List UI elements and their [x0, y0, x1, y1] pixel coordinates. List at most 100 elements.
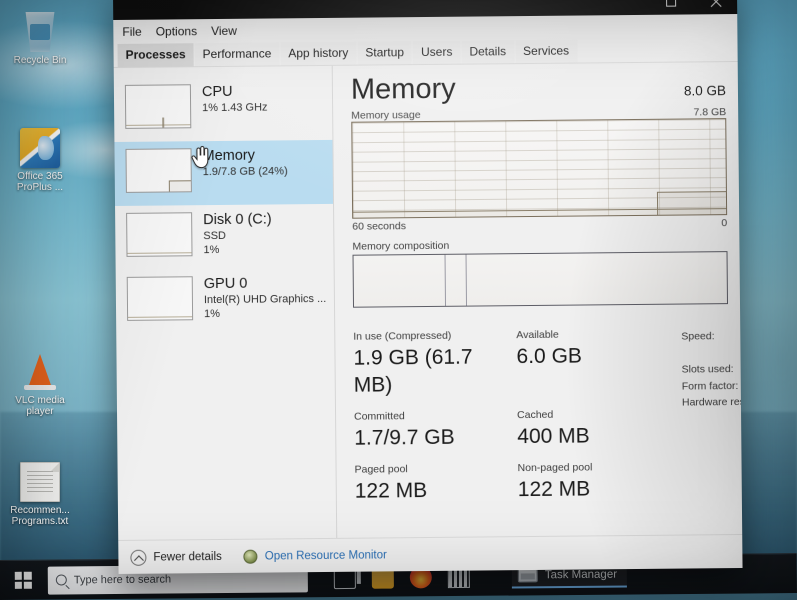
axis-label-right: 0 — [721, 217, 728, 230]
chevron-up-icon — [130, 549, 147, 566]
desktop-icon-vlc[interactable]: VLC media player — [2, 352, 78, 417]
close-icon — [709, 0, 722, 8]
info-key: Slots used: — [681, 363, 734, 376]
stat-label: In use (Compressed) — [353, 329, 452, 343]
fewer-details-label: Fewer details — [153, 550, 222, 564]
tab-startup[interactable]: Startup — [357, 41, 413, 65]
stat-label: Non-paged pool — [517, 461, 593, 475]
tab-users[interactable]: Users — [412, 40, 461, 65]
usage-graph-axis: 60 seconds 0 — [352, 217, 727, 233]
total-memory-value: 8.0 GB — [683, 83, 727, 99]
usage-graph-label: Memory usage — [351, 109, 421, 122]
tab-processes[interactable]: Processes — [117, 43, 194, 67]
tab-performance[interactable]: Performance — [194, 42, 280, 67]
memory-composition-bar[interactable] — [352, 251, 729, 308]
sidebar-item-sub: SSD — [203, 229, 227, 243]
recycle-bin-icon — [25, 12, 55, 52]
stat-value: 1.7/9.7 GB — [354, 425, 455, 450]
office365-icon — [20, 128, 60, 168]
tab-app-history[interactable]: App history — [280, 41, 357, 66]
stats-row-2: Committed 1.7/9.7 GB Cached 400 MB — [354, 407, 604, 451]
composition-segment-modified — [444, 254, 466, 306]
vlc-icon — [20, 352, 60, 392]
resource-monitor-icon — [243, 549, 258, 564]
close-button[interactable] — [693, 0, 737, 14]
stat-available: Available 6.0 GB — [516, 327, 604, 397]
composition-segment-standby-free — [465, 252, 727, 306]
start-button[interactable] — [0, 560, 46, 600]
sidebar-item-sub2: 1% — [203, 243, 220, 257]
resource-sidebar: CPU 1% 1.43 GHz Memory 1.9/7.8 GB (24%) — [113, 65, 338, 540]
search-icon — [55, 574, 67, 586]
page-title: Memory — [350, 72, 456, 106]
disk-mini-graph — [126, 212, 193, 257]
cpu-mini-graph — [124, 84, 192, 129]
tab-details[interactable]: Details — [461, 40, 515, 64]
taskbar-item-label: Task Manager — [544, 568, 618, 581]
window-controls — [649, 0, 737, 15]
sidebar-item-sub: 1.9/7.8 GB (24%) — [202, 165, 288, 179]
sidebar-item-sub2: 1% — [204, 307, 221, 321]
tab-services[interactable]: Services — [514, 39, 578, 64]
open-resource-monitor-link[interactable]: Open Resource Monitor — [243, 548, 387, 564]
stat-label: Available — [516, 328, 559, 342]
stat-label: Paged pool — [354, 463, 408, 476]
content-area: CPU 1% 1.43 GHz Memory 1.9/7.8 GB (24%) — [113, 62, 743, 540]
stats-row-3: Paged pool 122 MB Non-paged pool 122 MB — [355, 460, 605, 504]
sidebar-item-disk0[interactable]: Disk 0 (C:) SSD 1% — [115, 204, 334, 270]
sidebar-item-title: GPU 0 — [203, 275, 248, 293]
sidebar-item-cpu[interactable]: CPU 1% 1.43 GHz — [114, 76, 333, 142]
info-row-form-factor: Form factor: SODI... — [682, 377, 743, 395]
fewer-details-button[interactable]: Fewer details — [130, 548, 222, 566]
hardware-info-list: Speed: 2400 ... Slots used: 1 of 2 Form … — [681, 325, 742, 512]
stat-value: 122 MB — [517, 477, 591, 502]
stats-left-column: In use (Compressed) 1.9 GB (61.7 MB) Ava… — [353, 327, 605, 515]
stat-label: Committed — [354, 410, 405, 423]
stat-value: 122 MB — [354, 479, 428, 503]
stat-value: 1.9 GB (61.7 MB) — [353, 345, 473, 397]
sidebar-item-title: Disk 0 (C:) — [203, 211, 272, 229]
info-key: Hardware reserved: — [681, 395, 743, 409]
info-key: Speed: — [681, 330, 715, 343]
windows-logo-icon — [14, 571, 32, 589]
text-file-icon — [20, 462, 60, 502]
composition-segment-in-use — [354, 255, 446, 307]
memory-mini-graph — [125, 148, 192, 193]
memory-detail-pane: Memory 8.0 GB Memory usage 7.8 GB 60 sec… — [333, 62, 743, 538]
info-row-hardware-reserved: Hardware reserved: 157 ... — [682, 393, 743, 411]
menu-item-file[interactable]: File — [122, 25, 141, 39]
stat-in-use: In use (Compressed) 1.9 GB (61.7 MB) — [353, 328, 517, 399]
stats-row-1: In use (Compressed) 1.9 GB (61.7 MB) Ava… — [353, 327, 604, 398]
info-key: Form factor: — [681, 379, 739, 393]
usage-area-step — [656, 191, 727, 215]
desktop-icon-office365[interactable]: Office 365 ProPlus ... — [2, 128, 78, 193]
info-row-speed: Speed: 2400 ... — [681, 327, 742, 361]
sidebar-item-title: CPU — [201, 83, 233, 101]
menu-item-view[interactable]: View — [211, 24, 237, 38]
info-row-slots-used: Slots used: 1 of 2 — [682, 360, 743, 378]
stat-value: 6.0 GB — [516, 344, 583, 369]
footer-bar: Fewer details Open Resource Monitor — [118, 533, 743, 574]
desktop-icon-recommended-programs[interactable]: Recommen... Programs.txt — [2, 462, 78, 527]
maximize-button[interactable] — [649, 0, 693, 15]
sidebar-item-sub: 1% 1.43 GHz — [202, 101, 268, 115]
menu-item-options[interactable]: Options — [156, 24, 197, 38]
screen: Recycle Bin Office 365 ProPlus ... VLC m… — [0, 0, 797, 600]
window-body: File Options View Processes Performance … — [113, 14, 743, 574]
hand-cursor-icon — [191, 146, 209, 169]
stat-non-paged-pool: Non-paged pool 122 MB — [518, 460, 605, 503]
axis-label-left: 60 seconds — [352, 220, 407, 233]
sidebar-item-memory[interactable]: Memory 1.9/7.8 GB (24%) — [114, 139, 334, 206]
maximize-icon — [666, 0, 677, 7]
sidebar-item-gpu0[interactable]: GPU 0 Intel(R) UHD Graphics ... 1% — [116, 268, 335, 334]
taskbar-search-placeholder: Type here to search — [73, 573, 172, 586]
desktop-icon-label: VLC media player — [15, 395, 65, 417]
desktop-icon-label: Recommen... Programs.txt — [10, 505, 70, 527]
desktop-icon-label: Recycle Bin — [13, 55, 67, 66]
desktop-icon-recycle-bin[interactable]: Recycle Bin — [2, 12, 78, 66]
stat-label: Cached — [517, 408, 554, 422]
usage-graph-max: 7.8 GB — [693, 106, 727, 119]
stat-committed: Committed 1.7/9.7 GB — [354, 408, 517, 452]
memory-usage-graph — [351, 118, 728, 219]
open-resource-monitor-label: Open Resource Monitor — [264, 548, 387, 563]
